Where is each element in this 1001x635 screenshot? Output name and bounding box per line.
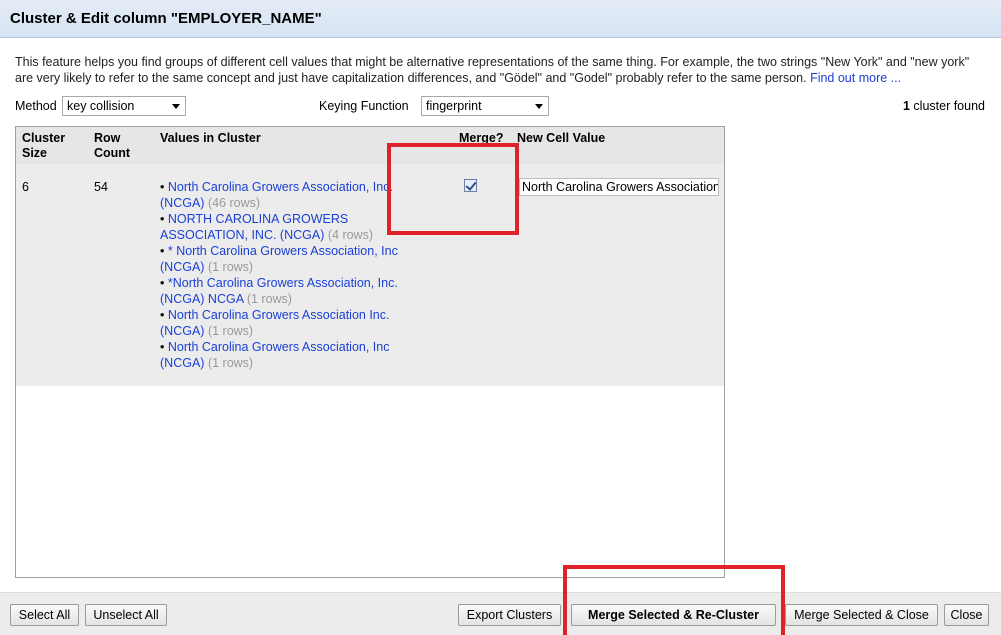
cluster-value-count: (46 rows) [207,196,261,210]
cluster-value-link[interactable]: North Carolina Growers Association, Inc.… [160,180,393,210]
cluster-value-link[interactable]: North Carolina Growers Association Inc. … [160,308,389,338]
list-item: • North Carolina Growers Association, In… [160,340,390,370]
table-header: Cluster Size Row Count Values in Cluster… [16,127,724,164]
feature-description: This feature helps you find groups of di… [15,54,987,86]
cluster-value-link[interactable]: * North Carolina Growers Association, In… [160,244,398,274]
cluster-count: 1 cluster found [903,99,985,113]
new-cell-value-input[interactable]: North Carolina Growers Association, Inc.… [519,178,719,196]
dialog-titlebar: Cluster & Edit column "EMPLOYER_NAME" [0,0,1001,38]
close-button[interactable]: Close [944,604,989,626]
cluster-value-link[interactable]: NORTH CAROLINA GROWERS ASSOCIATION, INC.… [160,212,348,242]
cluster-value-link[interactable]: North Carolina Growers Association, Inc … [160,340,389,370]
find-out-more-link[interactable]: Find out more ... [810,71,901,85]
method-select[interactable]: key collision [62,96,186,116]
dialog-title: Cluster & Edit column "EMPLOYER_NAME" [10,10,322,27]
list-item: • *North Carolina Growers Association, I… [160,276,398,306]
cluster-value-count: (4 rows) [327,228,374,242]
method-label: Method [15,99,57,113]
cluster-value-count: (1 rows) [207,260,254,274]
recluster-highlight-box [563,565,785,635]
chevron-down-icon [535,104,543,109]
dialog-footer: Select All Unselect All Export Clusters … [0,592,1001,635]
merge-close-button[interactable]: Merge Selected & Close [785,604,938,626]
header-cluster-size: Cluster Size [22,131,66,160]
cluster-count-label: cluster found [913,99,985,113]
merge-highlight-box [387,143,519,235]
row-count-cell: 54 [94,180,108,194]
export-clusters-button[interactable]: Export Clusters [458,604,561,626]
clusters-table: Cluster Size Row Count Values in Cluster… [15,126,725,578]
list-item: • North Carolina Growers Association Inc… [160,308,390,338]
header-row-count: Row Count [94,131,131,160]
cluster-value-count: (1 rows) [246,292,292,306]
header-new-cell-value: New Cell Value [517,131,606,145]
cluster-count-number: 1 [902,99,910,113]
cluster-size-cell: 6 [22,180,29,194]
keying-function-value: fingerprint [426,99,482,113]
list-item: • * North Carolina Growers Association, … [160,244,398,274]
unselect-all-button[interactable]: Unselect All [85,604,167,626]
cluster-value-count: (1 rows) [207,356,254,370]
keying-function-label: Keying Function [319,99,409,113]
keying-function-select[interactable]: fingerprint [421,96,549,116]
select-all-button[interactable]: Select All [10,604,79,626]
header-values-in-cluster: Values in Cluster [160,131,261,145]
method-select-value: key collision [67,99,135,113]
chevron-down-icon [172,104,180,109]
cluster-value-count: (1 rows) [207,324,254,338]
